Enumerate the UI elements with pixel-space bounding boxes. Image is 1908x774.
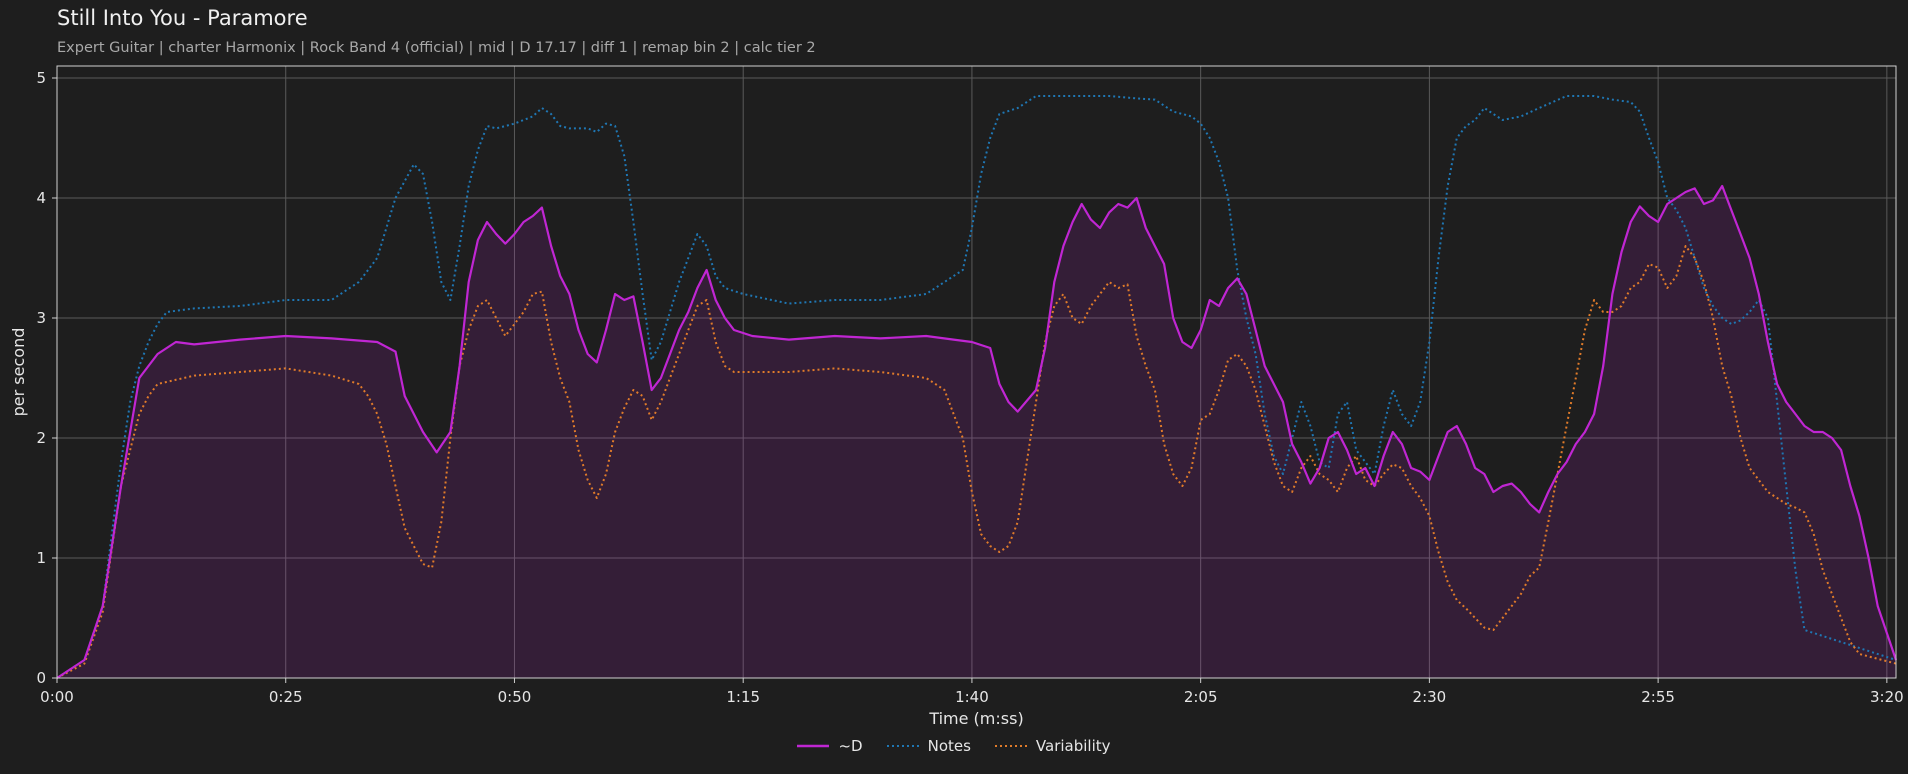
legend-swatch-notes [886, 745, 919, 747]
x-tick-label: 1:15 [726, 688, 760, 706]
y-tick-label: 2 [36, 429, 46, 447]
y-tick-label: 1 [36, 549, 46, 567]
legend-swatch-d [797, 744, 830, 748]
y-axis-label: per second [9, 328, 28, 417]
x-axis-label: Time (m:ss) [928, 709, 1023, 728]
y-tick-label: 5 [36, 69, 46, 87]
x-tick-label: 1:40 [955, 688, 989, 706]
y-tick-label: 3 [36, 309, 46, 327]
x-tick-label: 0:50 [498, 688, 532, 706]
legend-label-d: ~D [838, 737, 863, 755]
y-tick-label: 0 [36, 669, 46, 687]
legend-item-notes: Notes [886, 737, 971, 755]
legend-label-variability: Variability [1035, 737, 1111, 755]
legend-item-variability: Variability [994, 737, 1111, 755]
x-tick-label: 3:20 [1870, 688, 1904, 706]
x-tick-label: 0:25 [269, 688, 303, 706]
legend: ~D Notes Variability [0, 737, 1908, 755]
x-tick-label: 2:05 [1184, 688, 1218, 706]
y-tick-label: 4 [36, 189, 46, 207]
x-tick-label: 2:55 [1641, 688, 1675, 706]
legend-item-d: ~D [797, 737, 863, 755]
legend-swatch-variability [994, 745, 1027, 747]
x-tick-label: 2:30 [1413, 688, 1447, 706]
chart-svg: 0:00 0:25 0:50 1:15 1:40 2:05 2:30 2:55 3:20 0 1 2 3… [9, 65, 1904, 728]
legend-label-notes: Notes [927, 737, 971, 755]
x-tick-label: 0:00 [40, 688, 74, 706]
